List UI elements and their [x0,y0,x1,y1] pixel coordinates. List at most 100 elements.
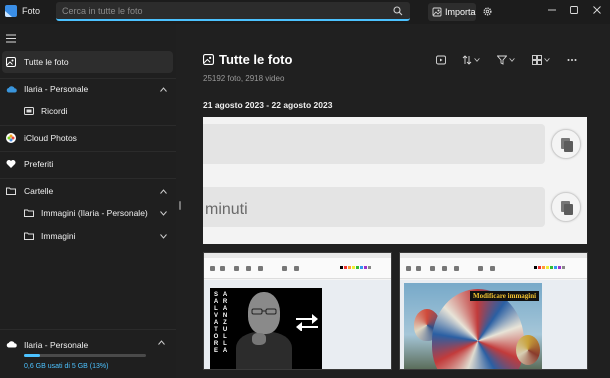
sidebar: Tutte le foto Ilaria - Personale Ricordi… [0,24,176,378]
glasses-shape [251,308,277,315]
title-bar: Foto Importa [0,0,610,24]
search-input[interactable] [62,4,382,18]
icloud-photos-icon [6,133,16,143]
ribbon-icon [490,266,495,271]
settings-gear-icon[interactable] [482,6,493,17]
storage-progress-bar [24,354,146,357]
sidebar-item-all-photos[interactable]: Tutte le foto [2,51,173,73]
cloud-icon [6,86,17,93]
copy-icon [551,192,581,222]
screenshot-bar [203,124,545,164]
minimize-icon [548,9,556,11]
sidebar-item-folder-pictures[interactable]: Immagini [0,225,176,247]
vertical-text-last-name: ARANZULLA [222,292,228,354]
sidebar-item-label: Cartelle [24,186,54,196]
storage-progress-fill [24,354,40,357]
sidebar-item-label: iCloud Photos [24,133,77,143]
sidebar-item-label: Immagini [41,231,76,241]
chevron-down-icon [509,58,515,62]
divider [0,151,176,152]
more-icon [567,59,577,61]
hamburger-menu-icon[interactable] [6,34,16,43]
photo-thumbnail[interactable]: minuti [203,117,587,244]
folder-icon [24,232,34,240]
chevron-down-icon [474,58,480,62]
photo-thumbnail[interactable]: SALVATORE ARANZULLA [203,252,392,370]
view-options-button[interactable] [532,55,550,65]
search-box[interactable] [56,2,410,21]
chevron-up-icon[interactable] [160,86,167,92]
sidebar-item-favorites[interactable]: Preferiti [0,153,176,175]
page-title: Tutte le foto [219,52,293,67]
chevron-up-icon[interactable] [160,188,167,194]
sidebar-item-onedrive-personal[interactable]: Ilaria - Personale [0,78,176,100]
sort-icon [462,55,472,65]
sidebar-item-memories[interactable]: Ricordi [0,100,176,122]
chevron-down-icon[interactable] [160,233,167,239]
ribbon-icon [258,266,263,271]
chevron-down-icon [544,58,550,62]
ribbon-icon [282,266,287,271]
chevron-up-icon[interactable] [158,340,165,345]
copy-icon [551,129,581,159]
storage-account-label[interactable]: Ilaria - Personale [24,340,88,350]
divider [0,125,176,126]
close-button[interactable] [590,3,604,17]
color-palette [534,266,565,269]
photo-thumbnail[interactable]: Modificare immagini [399,252,588,370]
vertical-text-first-name: SALVATORE [213,292,219,354]
ribbon-icon [442,266,447,271]
sidebar-item-label: Tutte le foto [24,57,69,67]
import-label: Importa [445,7,476,17]
photo-icon [6,57,16,67]
ribbon-icon [406,266,411,271]
ribbon-icon [220,266,225,271]
portrait-hand [252,333,266,345]
more-options-button[interactable] [567,55,577,65]
portrait-photo: SALVATORE ARANZULLA [210,288,322,369]
folder-icon [24,209,34,217]
ribbon-icon [430,266,435,271]
photo-icon [203,54,214,65]
sidebar-item-folders[interactable]: Cartelle [0,180,176,202]
overlay-caption: Modificare immagini [470,291,540,301]
ribbon-icon [210,266,215,271]
sidebar-resize-handle[interactable] [179,201,181,210]
storage-usage-text: 0,6 GB usati di 5 GB (13%) [24,363,109,370]
folder-icon [6,187,16,195]
ribbon-icon [246,266,251,271]
memories-icon [24,107,34,115]
ribbon-icon [478,266,483,271]
ribbon-icon [454,266,459,271]
ribbon-icon [234,266,239,271]
media-count: 25192 foto, 2918 video [203,74,285,83]
import-button[interactable]: Importa [428,3,476,21]
sidebar-item-folder-onedrive-pictures[interactable]: Immagini (Ilaria - Personale) [0,202,176,224]
balloon-photo: Modificare immagini [404,283,542,369]
minimize-button[interactable] [545,3,559,17]
sort-button[interactable] [462,55,480,65]
chevron-down-icon[interactable] [160,210,167,216]
cloud-icon [6,341,17,348]
paint-ribbon [204,258,391,279]
filter-button[interactable] [497,55,515,65]
main-content: Tutte le foto 25192 foto, 2918 video 21 … [183,24,610,378]
arrows-graphic [296,314,318,331]
photos-app-icon [5,5,17,17]
sidebar-item-label: Immagini (Ilaria - Personale) [41,208,148,218]
close-icon [593,6,601,14]
date-group-header: 21 agosto 2023 - 22 agosto 2023 [203,100,333,110]
import-icon [432,7,442,17]
sidebar-item-label: Ricordi [41,106,68,116]
balloon-shape [432,289,524,369]
ribbon-icon [294,266,299,271]
app-title: Foto [22,6,41,16]
sidebar-item-label: Preferiti [24,159,54,169]
sidebar-item-icloud-photos[interactable]: iCloud Photos [0,127,176,149]
screenshot-bar [203,187,545,227]
filter-icon [497,55,507,65]
heart-icon [6,160,16,168]
maximize-button[interactable] [567,3,581,17]
slideshow-button[interactable] [436,55,446,65]
search-icon[interactable] [393,6,403,16]
